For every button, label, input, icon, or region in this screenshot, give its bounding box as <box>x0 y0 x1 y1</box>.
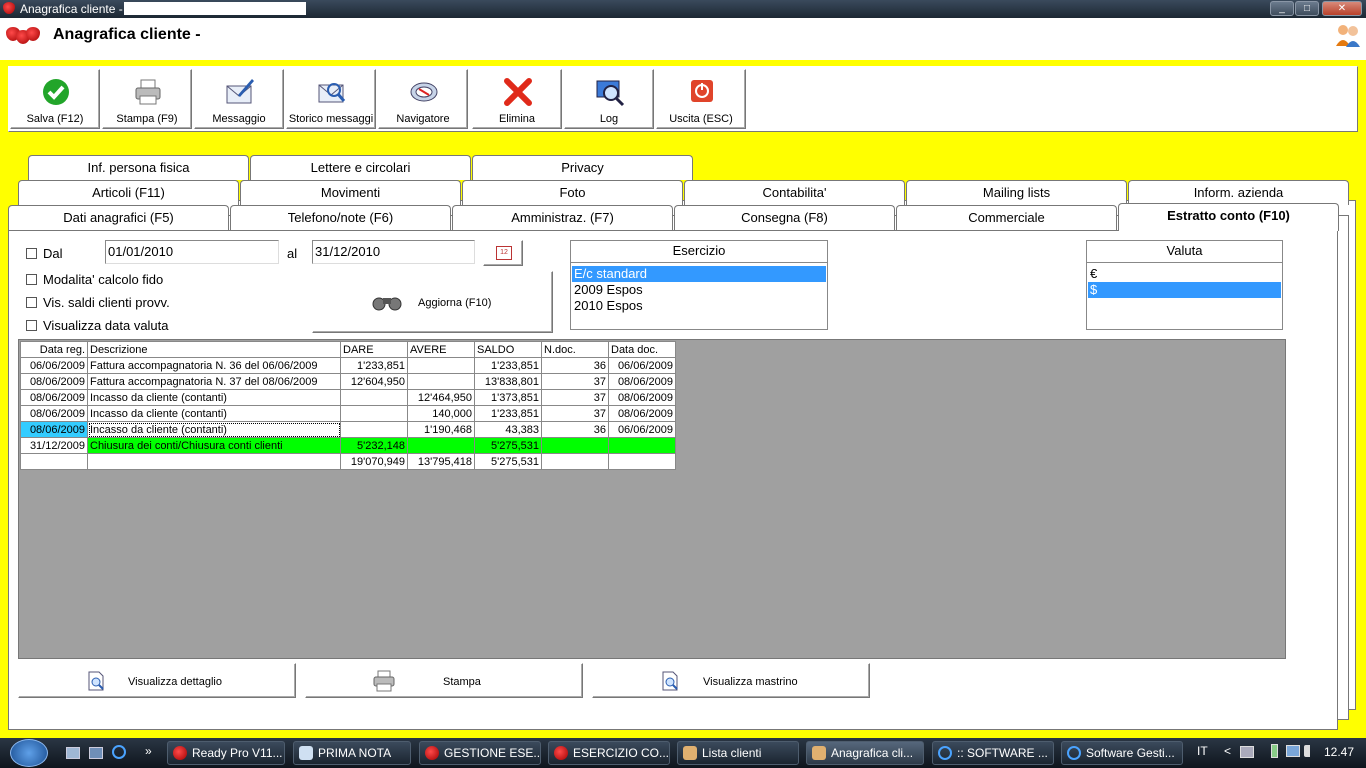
navigator-icon <box>410 82 438 102</box>
app-icon <box>3 2 15 14</box>
tab-mailing-lists[interactable]: Mailing lists <box>906 180 1127 205</box>
page-title: Anagrafica cliente - U <box>53 26 217 43</box>
internet-explorer-icon <box>1067 746 1081 760</box>
print-label: Stampa (F9) <box>116 113 178 125</box>
log-search-icon <box>596 80 625 107</box>
window-icon <box>299 746 313 760</box>
strawberry-icon <box>554 746 568 760</box>
strawberry-icon <box>173 746 187 760</box>
quicklaunch-more-icon[interactable]: » <box>145 744 152 758</box>
message-history-label: Storico messaggi <box>288 113 374 125</box>
taskbar-label: PRIMA NOTA <box>318 746 392 760</box>
taskbar-item-anagrafica[interactable]: Anagrafica cli... <box>806 741 924 765</box>
switch-windows-icon[interactable] <box>89 747 103 759</box>
tab-inf-persona-fisica[interactable]: Inf. persona fisica <box>28 155 249 180</box>
display-icon[interactable] <box>1286 745 1300 757</box>
tray-expand-icon[interactable]: < <box>1224 744 1231 758</box>
tab-commerciale[interactable]: Commerciale <box>896 205 1117 230</box>
message-history-button[interactable]: Storico messaggi <box>286 69 376 129</box>
tab-estratto-conto[interactable]: Estratto conto (F10) <box>1118 203 1339 231</box>
taskbar-label: Ready Pro V11... <box>192 746 283 760</box>
log-label: Log <box>599 113 619 125</box>
taskbar-item-ready-pro[interactable]: Ready Pro V11... <box>167 741 285 765</box>
taskbar: » Ready Pro V11... PRIMA NOTA GESTIONE E… <box>0 738 1366 768</box>
delete-label: Elimina <box>498 113 536 125</box>
taskbar-label: Lista clienti <box>702 746 762 760</box>
print-button[interactable]: Stampa (F9) <box>102 69 192 129</box>
taskbar-label: Anagrafica cli... <box>831 746 914 760</box>
minimize-button[interactable]: _ <box>1270 1 1294 16</box>
tab-telefono-note[interactable]: Telefono/note (F6) <box>230 205 451 230</box>
save-button[interactable]: Salva (F12) <box>10 69 100 129</box>
tab-movimenti[interactable]: Movimenti <box>240 180 461 205</box>
users-icon <box>683 746 697 760</box>
taskbar-item-software-gesti[interactable]: Software Gesti... <box>1061 741 1183 765</box>
users-icon <box>812 746 826 760</box>
show-desktop-icon[interactable] <box>66 747 80 759</box>
window-titlebar: Anagrafica cliente - _ □ ✕ <box>0 0 1366 18</box>
language-indicator[interactable]: IT <box>1197 744 1208 758</box>
tab-amministraz[interactable]: Amministraz. (F7) <box>452 205 673 230</box>
volume-icon[interactable] <box>1304 745 1316 757</box>
redacted-customer-name <box>204 28 454 46</box>
internet-explorer-icon[interactable] <box>112 745 126 759</box>
checkmark-icon <box>43 79 69 105</box>
start-button[interactable] <box>10 739 48 767</box>
estratto-conto-panel <box>8 230 1338 730</box>
exit-label: Uscita (ESC) <box>669 113 733 125</box>
tab-privacy[interactable]: Privacy <box>472 155 693 180</box>
clock[interactable]: 12.47 <box>1324 745 1354 759</box>
printer-icon <box>135 79 161 105</box>
navigator-label: Navigatore <box>396 113 450 125</box>
tab-articoli[interactable]: Articoli (F11) <box>18 180 239 205</box>
strawberry-icon <box>26 27 40 41</box>
delete-x-icon <box>504 78 532 106</box>
tab-dati-anagrafici[interactable]: Dati anagrafici (F5) <box>8 205 229 230</box>
tab-inform-azienda[interactable]: Inform. azienda <box>1128 180 1349 205</box>
tab-foto[interactable]: Foto <box>462 180 683 205</box>
battery-icon[interactable] <box>1271 744 1278 758</box>
close-button[interactable]: ✕ <box>1322 1 1362 16</box>
taskbar-label: ESERCIZIO CO... <box>573 746 670 760</box>
network-icon[interactable] <box>1240 746 1254 758</box>
redacted-title <box>124 2 306 15</box>
window-title: Anagrafica cliente - <box>20 2 123 16</box>
save-label: Salva (F12) <box>26 113 84 125</box>
internet-explorer-icon <box>938 746 952 760</box>
tab-consegna[interactable]: Consegna (F8) <box>674 205 895 230</box>
message-label: Messaggio <box>212 113 266 125</box>
taskbar-item-gestione-ese[interactable]: GESTIONE ESE... <box>419 741 541 765</box>
taskbar-item-software[interactable]: :: SOFTWARE ... <box>932 741 1054 765</box>
app-header: Anagrafica cliente - U <box>0 18 1366 60</box>
taskbar-label: GESTIONE ESE... <box>444 746 541 760</box>
taskbar-item-esercizio-co[interactable]: ESERCIZIO CO... <box>548 741 670 765</box>
tab-contabilita[interactable]: Contabilita' <box>684 180 905 205</box>
strawberry-icon <box>425 746 439 760</box>
message-button[interactable]: Messaggio <box>194 69 284 129</box>
delete-button[interactable]: Elimina <box>472 69 562 129</box>
maximize-button[interactable]: □ <box>1295 1 1319 16</box>
taskbar-label: :: SOFTWARE ... <box>957 746 1048 760</box>
navigator-button[interactable]: Navigatore <box>378 69 468 129</box>
log-button[interactable]: Log <box>564 69 654 129</box>
message-history-icon <box>318 83 346 103</box>
taskbar-item-lista-clienti[interactable]: Lista clienti <box>677 741 799 765</box>
exit-power-icon <box>691 80 713 102</box>
exit-button[interactable]: Uscita (ESC) <box>656 69 746 129</box>
users-icon[interactable] <box>1334 22 1362 48</box>
tab-lettere-circolari[interactable]: Lettere e circolari <box>250 155 471 180</box>
message-pen-icon <box>226 79 254 104</box>
taskbar-item-prima-nota[interactable]: PRIMA NOTA <box>293 741 411 765</box>
taskbar-label: Software Gesti... <box>1086 746 1175 760</box>
